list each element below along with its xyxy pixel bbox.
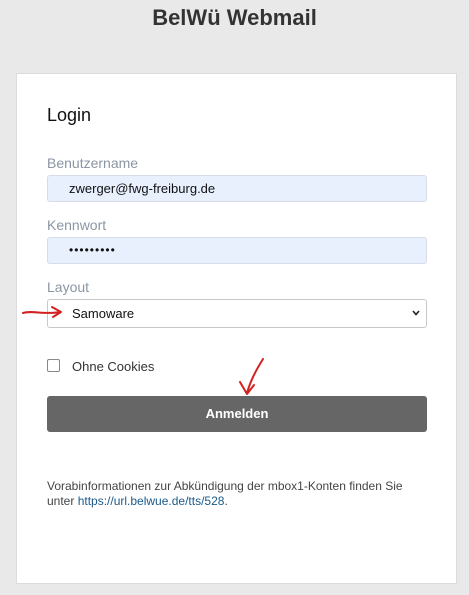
- login-card: Login Benutzername zwerger@fwg-freiburg.…: [16, 73, 457, 584]
- password-field[interactable]: •••••••••: [47, 237, 427, 264]
- chevron-down-icon: [412, 310, 420, 316]
- info-text-end: .: [224, 494, 228, 508]
- username-field[interactable]: zwerger@fwg-freiburg.de: [47, 175, 427, 202]
- login-button[interactable]: Anmelden: [47, 396, 427, 432]
- layout-select-value: Samoware: [72, 306, 135, 321]
- layout-select[interactable]: Samoware: [47, 299, 427, 328]
- cookies-label: Ohne Cookies: [72, 359, 155, 374]
- login-heading: Login: [47, 105, 92, 125]
- info-message: Vorabinformationen zur Abkündigung der m…: [47, 479, 432, 509]
- layout-label: Layout: [47, 279, 90, 295]
- red-arrow-right-icon: [22, 306, 62, 318]
- info-link[interactable]: https://url.belwue.de/tts/528: [78, 494, 225, 508]
- app-title: BelWü Webmail: [152, 5, 317, 30]
- cookies-checkbox[interactable]: [47, 359, 60, 372]
- password-label: Kennwort: [47, 217, 107, 233]
- red-arrow-down-icon: [239, 358, 264, 395]
- username-label: Benutzername: [47, 155, 139, 171]
